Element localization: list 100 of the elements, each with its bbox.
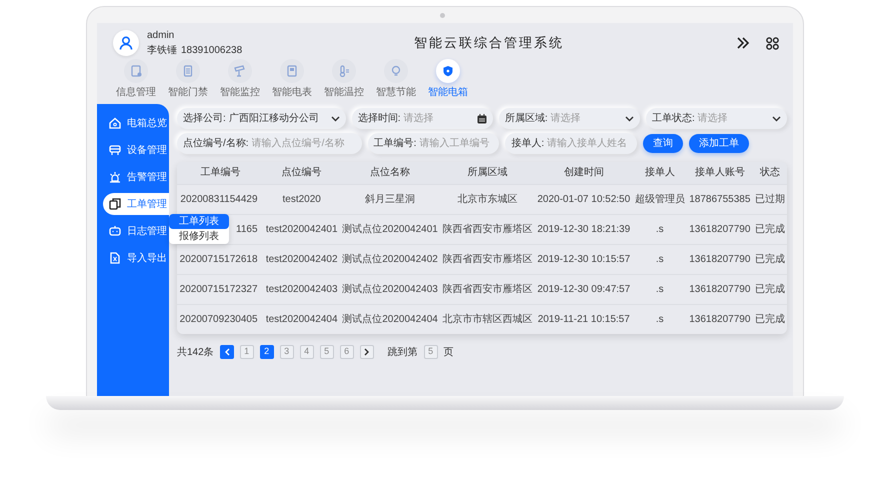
next-page-button[interactable]: [360, 345, 374, 359]
sidebar-item[interactable]: 日志管理: [103, 220, 169, 242]
column-header: 工单编号: [177, 162, 264, 184]
copy-icon: [109, 198, 121, 210]
select-field[interactable]: 选择公司: 广西阳江移动分公司: [177, 108, 346, 129]
module-button[interactable]: [124, 59, 148, 83]
caret-icon: [330, 116, 340, 122]
table-cell: 北京市东城区: [440, 184, 535, 214]
caret-icon: [772, 116, 782, 122]
door-icon: [182, 65, 194, 77]
table-cell: 已完成: [752, 274, 787, 304]
table-cell: test2020: [264, 184, 340, 214]
select-field[interactable]: 工单状态: 请选择: [646, 108, 788, 129]
table-cell: 已过期: [752, 184, 787, 214]
jump-page-field[interactable]: 5: [424, 345, 438, 359]
sidebar-item[interactable]: 告警管理: [103, 166, 169, 188]
filter-input[interactable]: 工单编号: 请输入工单编号: [368, 133, 500, 154]
module-button[interactable]: [176, 59, 200, 83]
column-header: 点位编号: [264, 162, 340, 184]
module-label[interactable]: 智能门禁: [168, 85, 208, 100]
module-label[interactable]: 智能电箱: [428, 85, 468, 100]
filter-input[interactable]: 接单人: 请输入接单人姓名: [505, 133, 638, 154]
person-icon: [119, 36, 133, 50]
table-cell: 20200715172327: [177, 274, 264, 304]
table-cell: 2019-11-21 10:15:57: [534, 304, 633, 334]
table-cell: test2020042404: [264, 304, 340, 334]
sidebar-item[interactable]: 工单管理: [103, 193, 169, 215]
add-button[interactable]: 添加工单: [689, 134, 750, 153]
page-button[interactable]: 4: [300, 345, 314, 359]
module-label[interactable]: 智能电表: [272, 85, 312, 100]
table-cell: 2019-12-30 10:15:57: [534, 244, 633, 274]
robot-icon: [109, 225, 121, 237]
field-label: 点位编号/名称:: [183, 136, 249, 151]
sidebar-item[interactable]: 设备管理: [103, 139, 169, 161]
table-cell: 测试点位2020042404: [340, 304, 440, 334]
column-header: 点位名称: [340, 162, 440, 184]
table-cell: test2020042403: [264, 274, 340, 304]
column-header: 所属区域: [440, 162, 535, 184]
table-cell: 20200715172618: [177, 244, 264, 274]
account-name: admin: [147, 29, 176, 43]
shield-icon: [442, 65, 454, 77]
table-cell: 20200831154429: [177, 184, 264, 214]
device-icon: [109, 144, 121, 156]
table-cell: 测试点位2020042401: [340, 214, 440, 244]
table-cell: 20200709230405: [177, 304, 264, 334]
page-button[interactable]: 2: [260, 345, 274, 359]
search-button[interactable]: 查询: [643, 134, 684, 153]
table-cell: test2020042401: [264, 214, 340, 244]
column-header: 状态: [752, 162, 787, 184]
module-button[interactable]: [280, 59, 304, 83]
user-phone: 18391006238: [181, 44, 242, 58]
user-name: 李铁锤: [147, 44, 177, 58]
page-button[interactable]: 3: [280, 345, 294, 359]
filter-input[interactable]: 点位编号/名称: 请输入点位编号/名称: [177, 133, 362, 154]
date-picker[interactable]: 选择时间: 请选择: [352, 108, 493, 129]
double-chevron-icon: [736, 37, 750, 49]
table-cell: 测试点位2020042402: [340, 244, 440, 274]
sidebar-item[interactable]: 电箱总览: [103, 112, 169, 134]
module-label[interactable]: 智能温控: [324, 85, 364, 100]
sidebar-item[interactable]: 导入导出: [103, 247, 169, 269]
table-cell: 斜月三星洞: [340, 184, 440, 214]
table-cell: 13618207790: [686, 214, 753, 244]
file-icon: [109, 252, 121, 264]
module-label[interactable]: 智慧节能: [376, 85, 416, 100]
camera-dot: [440, 13, 445, 18]
meter-icon: [286, 65, 298, 77]
field-label: 工单编号:: [374, 136, 416, 151]
input-field[interactable]: 请输入点位编号/名称: [252, 136, 356, 151]
module-button[interactable]: [332, 59, 356, 83]
table-cell: 13618207790: [686, 244, 753, 274]
table-cell: 13618207790: [686, 304, 753, 334]
table-cell: 18786755385: [686, 184, 753, 214]
submenu-item[interactable]: 工单列表: [169, 214, 229, 229]
table-cell: 陕西省西安市雁塔区: [440, 244, 535, 274]
jump-label: 跳到第: [388, 346, 418, 360]
table-cell: .s: [632, 244, 687, 274]
module-button[interactable]: [228, 59, 252, 83]
chevron-right-icon: [364, 348, 370, 356]
column-header: 创建时间: [534, 162, 633, 184]
total-count: 共142条: [177, 346, 214, 360]
module-button[interactable]: [384, 59, 408, 83]
previous-page-button[interactable]: [220, 345, 234, 359]
table-cell: 2020-01-07 10:52:50: [534, 184, 633, 214]
page-button[interactable]: 1: [240, 345, 254, 359]
module-label[interactable]: 智能监控: [220, 85, 260, 100]
table-cell: .s: [632, 274, 687, 304]
siren-icon: [109, 171, 121, 183]
table-cell: test2020042402: [264, 244, 340, 274]
table-cell: 北京市市辖区西城区: [440, 304, 535, 334]
module-button[interactable]: [436, 59, 460, 83]
table-cell: 陕西省西安市雁塔区: [440, 274, 535, 304]
submenu-item[interactable]: 报修列表: [169, 229, 229, 244]
input-field[interactable]: 请输入工单编号: [419, 136, 494, 151]
select-field[interactable]: 所属区域: 请选择: [498, 108, 640, 129]
table-cell: 已完成: [752, 214, 787, 244]
page-button[interactable]: 6: [340, 345, 354, 359]
page-button[interactable]: 5: [320, 345, 334, 359]
input-field[interactable]: 请输入接单人姓名: [547, 136, 632, 151]
module-label[interactable]: 信息管理: [116, 85, 156, 100]
table-cell: 2019-12-30 09:47:57: [534, 274, 633, 304]
